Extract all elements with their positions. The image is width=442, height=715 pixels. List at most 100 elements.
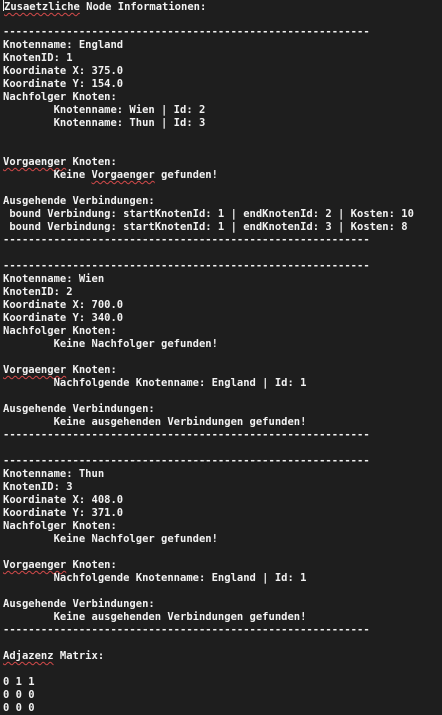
line-text: Knotenname: England: [3, 39, 124, 51]
terminal-line: Nachfolger Knoten:: [3, 520, 442, 533]
line-text: Keine Nachfolger gefunden!: [3, 338, 218, 350]
line-text: Koordinate Y: 340.0: [3, 312, 124, 324]
line-text: Knotenname: Thun | Id: 3: [3, 117, 206, 129]
terminal-line: Knotenname: Wien | Id: 2: [3, 104, 442, 117]
line-text: Knoten:: [66, 559, 117, 571]
terminal-line: Keine Vorgaenger gefunden!: [3, 169, 442, 182]
line-text: Keine Nachfolger gefunden!: [3, 533, 218, 545]
terminal-line: Knotenname: Thun | Id: 3: [3, 117, 442, 130]
terminal-line: Nachfolgende Knotenname: England | Id: 1: [3, 572, 442, 585]
line-text: ----------------------------------------…: [3, 26, 370, 38]
terminal-line: ----------------------------------------…: [3, 455, 442, 468]
terminal-line: ----------------------------------------…: [3, 429, 442, 442]
line-text: Knotenname: Wien: [3, 273, 105, 285]
terminal-line: Knotenname: England: [3, 39, 442, 52]
terminal-line: ----------------------------------------…: [3, 624, 442, 637]
terminal-line: KnotenID: 2: [3, 286, 442, 299]
spellcheck-flagged-word: Zusaetzliche: [4, 1, 80, 13]
line-text: ----------------------------------------…: [3, 455, 370, 467]
terminal-line: Knotenname: Thun: [3, 468, 442, 481]
terminal-line: Koordinate X: 408.0: [3, 494, 442, 507]
spellcheck-flagged-word: Vorgaenger: [3, 559, 67, 571]
line-text: ----------------------------------------…: [3, 260, 370, 272]
terminal-line: bound Verbindung: startKnotenId: 1 | end…: [3, 221, 442, 234]
line-text: Keine ausgehenden Verbindungen gefunden!: [3, 611, 307, 623]
line-text: bound Verbindung: startKnotenId: 1 | end…: [3, 221, 408, 233]
terminal-line: Ausgehende Verbindungen:: [3, 598, 442, 611]
line-text: Knotenname: Wien | Id: 2: [3, 104, 206, 116]
terminal-line: KnotenID: 1: [3, 52, 442, 65]
terminal-line: ----------------------------------------…: [3, 260, 442, 273]
terminal-line: Koordinate X: 700.0: [3, 299, 442, 312]
line-text: Matrix:: [53, 650, 105, 662]
line-text: Ausgehende Verbindungen:: [3, 195, 155, 207]
line-text: Koordinate X: 700.0: [3, 299, 124, 311]
terminal-line: Keine Nachfolger gefunden!: [3, 338, 442, 351]
line-text: ----------------------------------------…: [3, 624, 370, 636]
line-text: Nachfolger Knoten:: [3, 325, 117, 337]
line-text: ----------------------------------------…: [3, 234, 370, 246]
terminal-line: Keine ausgehenden Verbindungen gefunden!: [3, 611, 442, 624]
line-text: Nachfolgende Knotenname: England | Id: 1: [3, 572, 307, 584]
terminal-line: 0 0 0: [3, 689, 442, 702]
terminal-line: Ausgehende Verbindungen:: [3, 403, 442, 416]
line-text: KnotenID: 3: [3, 481, 73, 493]
terminal-line: 0 1 1: [3, 676, 442, 689]
terminal-line: Vorgaenger Knoten:: [3, 364, 442, 377]
terminal-line: Vorgaenger Knoten:: [3, 156, 442, 169]
terminal-line: bound Verbindung: startKnotenId: 1 | end…: [3, 208, 442, 221]
line-text: 0 1 1: [3, 676, 35, 688]
line-text: Ausgehende Verbindungen:: [3, 598, 155, 610]
terminal-line: Vorgaenger Knoten:: [3, 559, 442, 572]
spellcheck-flagged-word: Adjazenz: [3, 650, 54, 662]
terminal-line: Koordinate Y: 340.0: [3, 312, 442, 325]
line-text: ----------------------------------------…: [3, 429, 370, 441]
terminal-line: Koordinate Y: 371.0: [3, 507, 442, 520]
line-text: KnotenID: 2: [3, 286, 73, 298]
line-text: Nachfolger Knoten:: [3, 520, 117, 532]
terminal-line: Ausgehende Verbindungen:: [3, 195, 442, 208]
line-text: Node Informationen:: [79, 1, 207, 13]
terminal-line: ----------------------------------------…: [3, 26, 442, 39]
terminal-line: Nachfolgende Knotenname: England | Id: 1: [3, 377, 442, 390]
line-text: 0 0 0: [3, 702, 35, 714]
line-text: bound Verbindung: startKnotenId: 1 | end…: [3, 208, 414, 220]
spellcheck-flagged-word: Vorgaenger: [3, 364, 67, 376]
spellcheck-flagged-word: Vorgaenger: [3, 156, 67, 168]
line-text: Koordinate Y: 154.0: [3, 78, 124, 90]
terminal-output[interactable]: Zusaetzliche Node Informationen: --------…: [3, 0, 442, 715]
line-text: Knoten:: [66, 156, 117, 168]
terminal-line: Zusaetzliche Node Informationen:: [3, 0, 442, 13]
terminal-line: ----------------------------------------…: [3, 234, 442, 247]
line-text: Koordinate X: 408.0: [3, 494, 124, 506]
terminal-line: Koordinate X: 375.0: [3, 65, 442, 78]
terminal-line: Nachfolger Knoten:: [3, 325, 442, 338]
terminal-line: 0 0 0: [3, 702, 442, 715]
line-text: Koordinate Y: 371.0: [3, 507, 124, 519]
spellcheck-flagged-word: Vorgaenger: [91, 169, 155, 181]
terminal-line: Knotenname: Wien: [3, 273, 442, 286]
line-text: Knotenname: Thun: [3, 468, 105, 480]
line-text: Ausgehende Verbindungen:: [3, 403, 155, 415]
terminal-line: Adjazenz Matrix:: [3, 650, 442, 663]
line-text: Keine: [3, 169, 92, 181]
terminal-line: KnotenID: 3: [3, 481, 442, 494]
line-text: Keine ausgehenden Verbindungen gefunden!: [3, 416, 307, 428]
line-text: KnotenID: 1: [3, 52, 73, 64]
line-text: Koordinate X: 375.0: [3, 65, 124, 77]
terminal-line: Keine ausgehenden Verbindungen gefunden!: [3, 416, 442, 429]
line-text: Nachfolgende Knotenname: England | Id: 1: [3, 377, 307, 389]
line-text: 0 0 0: [3, 689, 35, 701]
